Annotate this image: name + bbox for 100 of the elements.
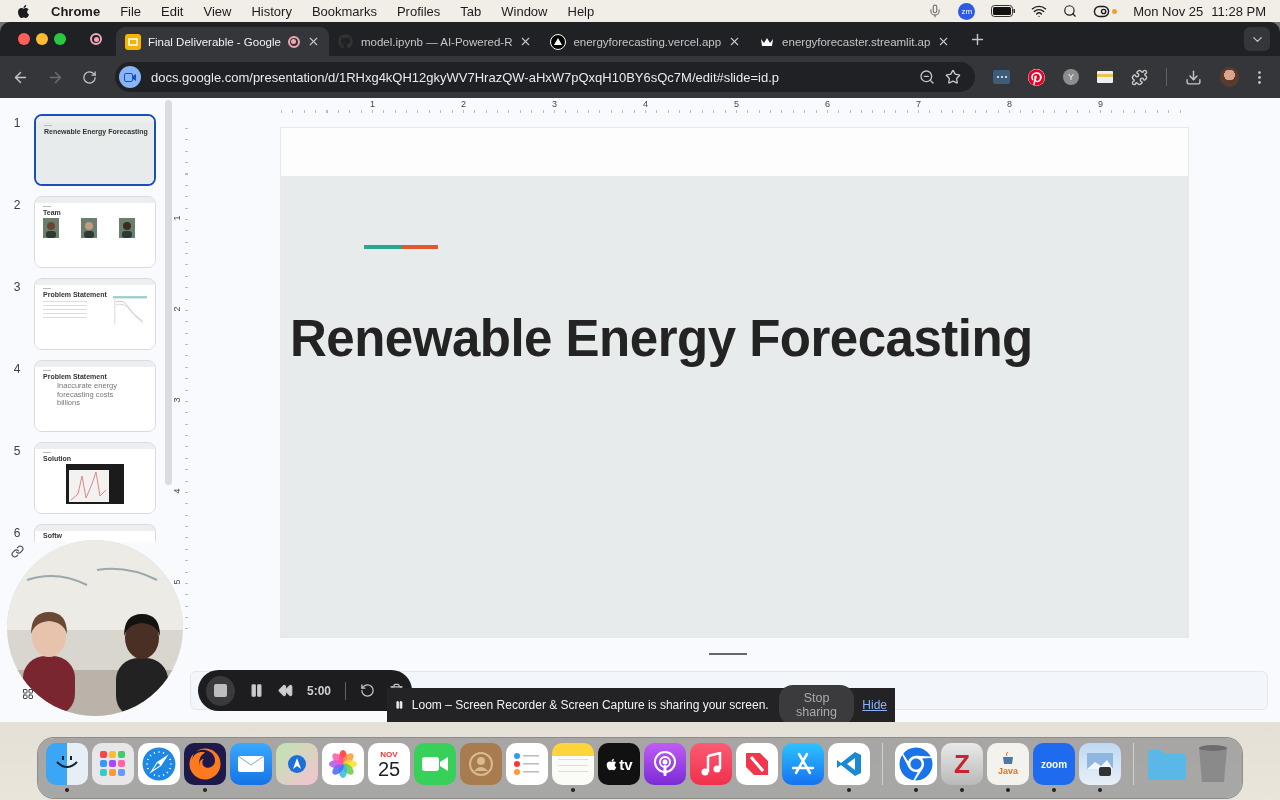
profile-avatar[interactable] <box>1219 67 1239 87</box>
tab-title: model.ipynb — AI-Powered-R <box>360 35 513 48</box>
date-text[interactable]: Mon Nov 25 <box>1133 3 1204 19</box>
menu-item[interactable]: Bookmarks <box>311 3 377 19</box>
ruler-number: 9 <box>1098 100 1103 111</box>
bookmark-star-icon[interactable] <box>945 69 961 85</box>
podcast-app-icon[interactable] <box>644 743 686 785</box>
app-store-icon[interactable] <box>782 743 824 785</box>
compass-app-icon[interactable] <box>138 743 180 785</box>
menu-item[interactable]: Tab <box>460 3 482 19</box>
pause-icon[interactable] <box>249 683 264 698</box>
ruler-number: 8 <box>1007 100 1012 111</box>
checklist-app-icon[interactable] <box>506 743 548 785</box>
apple-icon[interactable] <box>16 3 31 19</box>
flower-app-icon[interactable] <box>322 743 364 785</box>
smiling-face-app-icon[interactable] <box>46 743 88 785</box>
reload-icon[interactable] <box>82 69 97 85</box>
ruler-number: 4 <box>171 488 182 494</box>
resize-handle[interactable] <box>709 653 747 655</box>
address-bar[interactable]: docs.google.com/presentation/d/1RHxg4kQH12gkyWV7HrazQW-aHxW7pQxqH10BY6sQc7M/edit#slide=id.p <box>115 62 975 92</box>
menu-item[interactable]: Help <box>567 3 595 19</box>
time-text[interactable]: 11:28 PM <box>1211 3 1266 19</box>
letter-app-icon[interactable]: Z <box>941 743 983 785</box>
search-icon[interactable] <box>1063 4 1078 18</box>
month-label: NOV <box>380 749 398 759</box>
java-label: Java <box>998 766 1018 776</box>
envelope-app-icon[interactable] <box>230 743 272 785</box>
menu-item[interactable]: History <box>251 3 292 19</box>
slide-title: Renewable Energy Forecasting <box>290 309 1034 368</box>
slide-number: 6 <box>12 525 22 540</box>
battery-icon[interactable] <box>991 5 1016 17</box>
extensions-icon[interactable] <box>1130 68 1148 86</box>
minimize-window-button[interactable] <box>36 33 48 45</box>
map-app-icon[interactable] <box>276 743 318 785</box>
grid-icon[interactable] <box>22 688 34 700</box>
menu-item[interactable]: View <box>203 3 232 19</box>
card-extension-icon[interactable] <box>1096 71 1113 83</box>
apple-icon <box>605 757 619 771</box>
rewind-icon[interactable] <box>278 683 293 698</box>
ruler-number: 7 <box>916 100 921 111</box>
maximize-window-button[interactable] <box>54 33 66 45</box>
tv-label: tv <box>619 755 633 773</box>
hide-link[interactable]: Hide <box>862 698 887 712</box>
ruler-number: 2 <box>461 100 466 111</box>
ruler-number: 3 <box>552 100 557 111</box>
ruler-number: 2 <box>171 306 182 312</box>
pin-extension-icon[interactable] <box>1028 68 1046 86</box>
link-icon[interactable] <box>11 545 24 558</box>
slide-number: 1 <box>12 115 22 130</box>
menu-item[interactable]: Edit <box>161 3 184 19</box>
news-app-icon[interactable] <box>736 743 778 785</box>
menu-item[interactable]: File <box>120 3 142 19</box>
ruler-number: 6 <box>825 100 830 111</box>
slide-number: 4 <box>12 361 22 376</box>
stop-recording-button[interactable] <box>206 675 235 706</box>
ruler-number: 1 <box>171 215 182 221</box>
wifi-icon[interactable] <box>1031 3 1048 19</box>
record-icon[interactable] <box>90 33 102 45</box>
menu-item[interactable]: Profiles <box>396 3 441 19</box>
site-camera-icon <box>119 66 141 88</box>
ruler-number: 5 <box>171 579 182 585</box>
dots-extension-icon[interactable] <box>993 70 1011 84</box>
app-menu[interactable]: Chrome <box>51 3 101 19</box>
scrollbar-thumb[interactable] <box>165 100 172 485</box>
slide-number: 5 <box>12 443 22 458</box>
zoom-label: zoom <box>1040 758 1068 770</box>
browser-tab[interactable]: model.ipynb — AI-Powered-R <box>328 27 542 56</box>
tab-search-button[interactable] <box>1244 27 1270 51</box>
ruler-number: 5 <box>734 100 739 111</box>
video-app-icon[interactable]: zoom <box>1033 743 1075 785</box>
browser-tab[interactable]: energyforecasting.vercel.app <box>541 27 751 56</box>
recording-dot <box>1112 8 1118 14</box>
browser-app-icon[interactable] <box>895 743 937 785</box>
ruler-number: 4 <box>643 100 648 111</box>
browser-tab[interactable]: energyforecaster.streamlit.ap <box>750 27 960 56</box>
music-note-app-icon[interactable] <box>690 743 732 785</box>
tv-app-icon[interactable]: tv <box>598 743 640 785</box>
pause-icon <box>395 699 404 711</box>
recording-timer: 5:00 <box>307 683 332 698</box>
microphone-icon[interactable] <box>928 4 943 18</box>
slide-number: 3 <box>12 279 22 294</box>
calendar-app-icon[interactable]: NOV 25 <box>368 743 410 785</box>
ruler-number: 1 <box>370 100 375 111</box>
ruler-number: 3 <box>171 397 182 403</box>
meeting-status-icon[interactable]: zm <box>958 2 976 20</box>
close-window-button[interactable] <box>18 33 30 45</box>
download-icon[interactable] <box>1184 68 1202 86</box>
tab-title: energyforecaster.streamlit.ap <box>782 35 931 48</box>
fox-app-icon[interactable] <box>184 743 226 785</box>
restart-icon[interactable] <box>360 683 375 698</box>
tab-title: Final Deliverable - Google <box>148 35 281 48</box>
cup-icon <box>1000 752 1016 766</box>
zoom-out-icon[interactable] <box>919 69 935 85</box>
slide-number: 2 <box>12 197 22 212</box>
menu-item[interactable]: Window <box>501 3 548 19</box>
code-editor-app-icon[interactable] <box>828 743 870 785</box>
browser-tab[interactable]: Final Deliverable - Google <box>116 27 329 56</box>
stop-sharing-button[interactable]: Stop sharing <box>778 685 855 722</box>
letter-label: Z <box>954 748 970 780</box>
photo-viewer-app-icon[interactable] <box>1079 743 1121 785</box>
